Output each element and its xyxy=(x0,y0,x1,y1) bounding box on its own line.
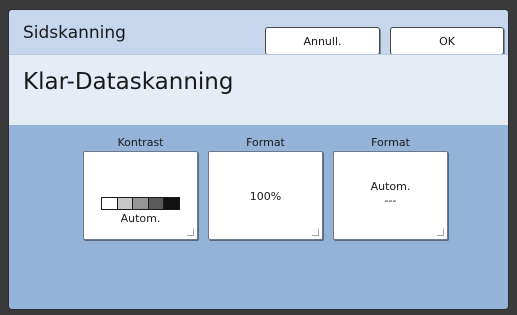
format-button[interactable]: Autom. --- xyxy=(333,151,448,240)
contrast-value: Autom. xyxy=(120,212,161,225)
dialog-header: Sidskanning Annull. OK xyxy=(9,10,508,55)
contrast-scale-icon xyxy=(101,197,180,210)
mode-banner: Klar-Dataskanning xyxy=(9,54,508,125)
contrast-step xyxy=(102,198,117,209)
format-value: Autom. xyxy=(370,180,411,193)
scan-dialog: Sidskanning Annull. OK Klar-Dataskanning… xyxy=(8,9,509,310)
size-button[interactable]: 100% xyxy=(208,151,323,240)
contrast-step xyxy=(132,198,148,209)
size-value: 100% xyxy=(249,190,282,203)
contrast-step xyxy=(147,198,164,209)
contrast-button[interactable]: Autom. xyxy=(83,151,198,240)
corner-mark-icon xyxy=(187,229,194,236)
contrast-step xyxy=(116,198,133,209)
corner-mark-icon xyxy=(437,229,444,236)
mode-title: Klar-Dataskanning xyxy=(23,69,234,95)
corner-mark-icon xyxy=(312,229,319,236)
size-label: Format xyxy=(246,136,285,149)
cancel-button[interactable]: Annull. xyxy=(265,27,380,55)
contrast-label: Kontrast xyxy=(117,136,164,149)
format-subvalue: --- xyxy=(384,194,397,207)
contrast-step xyxy=(163,198,179,209)
ok-button[interactable]: OK xyxy=(390,27,504,55)
dialog-title: Sidskanning xyxy=(23,23,126,43)
format-label: Format xyxy=(371,136,410,149)
